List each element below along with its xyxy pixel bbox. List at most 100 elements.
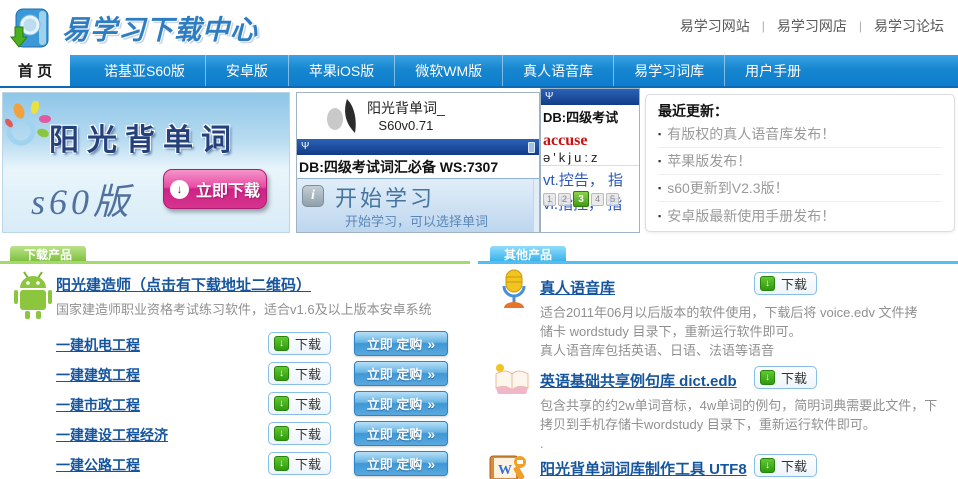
site-header: 易学习下载中心 易学习网站 | 易学习网店 | 易学习论坛	[0, 0, 958, 55]
download-label: 下载	[295, 454, 321, 473]
download-label: 下载	[781, 274, 807, 293]
update-item[interactable]: ▪ 有版权的真人语音库发布！	[658, 121, 942, 148]
row-link-shizheng[interactable]: 一建市政工程	[56, 395, 140, 415]
download-button[interactable]: ↓下载	[268, 362, 331, 385]
product-link-dict[interactable]: 英语基础共享例句库 dict.edb	[540, 370, 737, 391]
app-screenshot-word: Ψ DB:四级考试 accuse ə'kju:z vt.控告， 指 vi.指控，…	[540, 88, 640, 233]
bullet-icon: ▪	[658, 211, 661, 221]
page-2[interactable]: 2	[558, 193, 571, 206]
chevron-right-icon: »	[427, 426, 435, 442]
screenshot-app-title: 阳光背单词_ S60v0.71	[367, 98, 445, 133]
banner-subtitle: s60版	[31, 173, 133, 225]
phone-statusbar: Ψ	[541, 89, 639, 105]
toolkit-icon: W	[488, 452, 528, 479]
logo[interactable]: 易学习下载中心	[6, 3, 258, 51]
meaning-vt: vt.控告， 指	[541, 166, 639, 190]
page-3-active[interactable]: 3	[573, 191, 589, 207]
download-button[interactable]: ↓下载	[268, 392, 331, 415]
nav-tab-dict[interactable]: 易学习词库	[613, 55, 724, 86]
vocabulary-word: accuse	[541, 128, 639, 150]
download-arrow-icon: ↓	[760, 276, 775, 291]
microphone-icon	[496, 268, 532, 312]
separator: |	[762, 19, 765, 33]
product-link-tool[interactable]: 阳光背单词词库制作工具 UTF8	[540, 458, 747, 479]
pagination: 1 2 3 4 5	[543, 191, 619, 207]
backpack-download-icon	[6, 3, 54, 51]
green-divider	[0, 261, 470, 264]
download-arrow-icon: ↓	[274, 336, 289, 351]
nav-tab-manual[interactable]: 用户手册	[724, 55, 821, 86]
order-button[interactable]: 立即 定购»	[354, 451, 448, 476]
update-item[interactable]: ▪ s60更新到V2.3版！	[658, 175, 942, 202]
app-logo-icon	[323, 97, 365, 135]
page-1[interactable]: 1	[543, 193, 556, 206]
order-button[interactable]: 立即 定购»	[354, 361, 448, 386]
svg-text:W: W	[498, 463, 512, 478]
link-shop[interactable]: 易学习网店	[777, 16, 847, 36]
nav-tab-voice[interactable]: 真人语音库	[502, 55, 613, 86]
blue-divider	[478, 261, 958, 264]
voice-desc-line1: 适合2011年06月以后版本的软件使用，下载后将 voice.edv 文件拷	[540, 302, 958, 321]
link-forum[interactable]: 易学习论坛	[874, 16, 944, 36]
download-label: 下载	[781, 368, 807, 387]
order-button[interactable]: 立即 定购»	[354, 421, 448, 446]
book-icon	[492, 362, 532, 396]
download-button[interactable]: ↓ 下载	[268, 452, 331, 475]
update-text: 安卓版最新使用手册发布！	[667, 206, 835, 226]
download-arrow-icon: ↓	[760, 370, 775, 385]
download-arrow-icon: ↓	[274, 366, 289, 381]
separator: |	[859, 19, 862, 33]
bullet-icon: ▪	[658, 129, 661, 139]
app-title-line2: S60v0.71	[367, 118, 445, 133]
chevron-right-icon: »	[427, 456, 435, 472]
link-website[interactable]: 易学习网站	[680, 16, 750, 36]
download-button[interactable]: ↓下载	[268, 332, 331, 355]
order-button[interactable]: 立即 定购»	[354, 331, 448, 356]
update-text: 有版权的真人语音库发布！	[667, 124, 835, 144]
row-link-jianzhu[interactable]: 一建建筑工程	[56, 365, 140, 385]
bullet-icon: ▪	[658, 183, 661, 193]
download-button[interactable]: ↓下载	[754, 454, 817, 477]
page-4[interactable]: 4	[591, 193, 604, 206]
signal-icon: Ψ	[301, 142, 309, 152]
page-5[interactable]: 5	[606, 193, 619, 206]
download-button[interactable]: ↓下载	[268, 422, 331, 445]
download-arrow-icon: ↓	[274, 456, 289, 471]
download-arrow-icon: ↓	[760, 458, 775, 473]
update-text: 苹果版发布！	[667, 151, 751, 171]
order-label: 立即 定购	[367, 394, 423, 413]
updates-list: ▪ 有版权的真人语音库发布！ ▪苹果版发布！ ▪ s60更新到V2.3版！ ▪ 安卓版…	[658, 121, 942, 229]
product-link-builder[interactable]: 阳光建造师（点击有下载地址二维码）	[56, 274, 311, 295]
update-item[interactable]: ▪苹果版发布！	[658, 148, 942, 175]
download-button[interactable]: ↓ 下载	[754, 366, 817, 389]
android-icon	[12, 268, 54, 320]
info-icon: i	[302, 185, 324, 207]
banner-title: 阳光背单词	[49, 115, 239, 159]
top-links: 易学习网站 | 易学习网店 | 易学习论坛	[680, 16, 944, 36]
voice-desc-line2: 储卡 wordstudy 目录下，重新运行软件即可。	[540, 321, 958, 340]
update-item[interactable]: ▪ 安卓版最新使用手册发布！	[658, 202, 942, 229]
promo-banner[interactable]: 阳光背单词 s60版 ↓ 立即下载	[2, 92, 290, 233]
row-link-jingji[interactable]: 一建建设工程经济	[56, 425, 168, 445]
chevron-right-icon: »	[427, 366, 435, 382]
db-status-line: DB:四级考试	[541, 105, 639, 128]
phonetic-text: ə'kju:z	[541, 150, 639, 166]
row-link-gonglu[interactable]: 一建公路工程	[56, 455, 140, 475]
nav-tab-s60[interactable]: 诺基亚S60版	[84, 55, 205, 86]
order-button[interactable]: 立即 定购»	[354, 391, 448, 416]
product-link-voice[interactable]: 真人语音库	[540, 277, 615, 298]
download-button[interactable]: ↓ 下载	[754, 272, 817, 295]
nav-tab-android[interactable]: 安卓版	[205, 55, 288, 86]
nav-tab-home[interactable]: 首 页	[0, 55, 70, 86]
product-description: 国家建造师职业资格考试练习软件，适合v1.6及以上版本安卓系统	[56, 299, 468, 318]
nav-tab-wm[interactable]: 微软WM版	[394, 55, 502, 86]
banner-download-button[interactable]: ↓ 立即下载	[163, 169, 267, 209]
update-text: s60更新到V2.3版！	[667, 178, 788, 198]
battery-icon	[528, 142, 535, 153]
order-label: 立即 定购	[367, 454, 423, 473]
nav-tab-ios[interactable]: 苹果iOS版	[288, 55, 394, 86]
row-link-jidian[interactable]: 一建机电工程	[56, 335, 140, 355]
download-arrow-icon: ↓	[274, 396, 289, 411]
order-label: 立即 定购	[367, 424, 423, 443]
scrollbar	[533, 179, 539, 233]
